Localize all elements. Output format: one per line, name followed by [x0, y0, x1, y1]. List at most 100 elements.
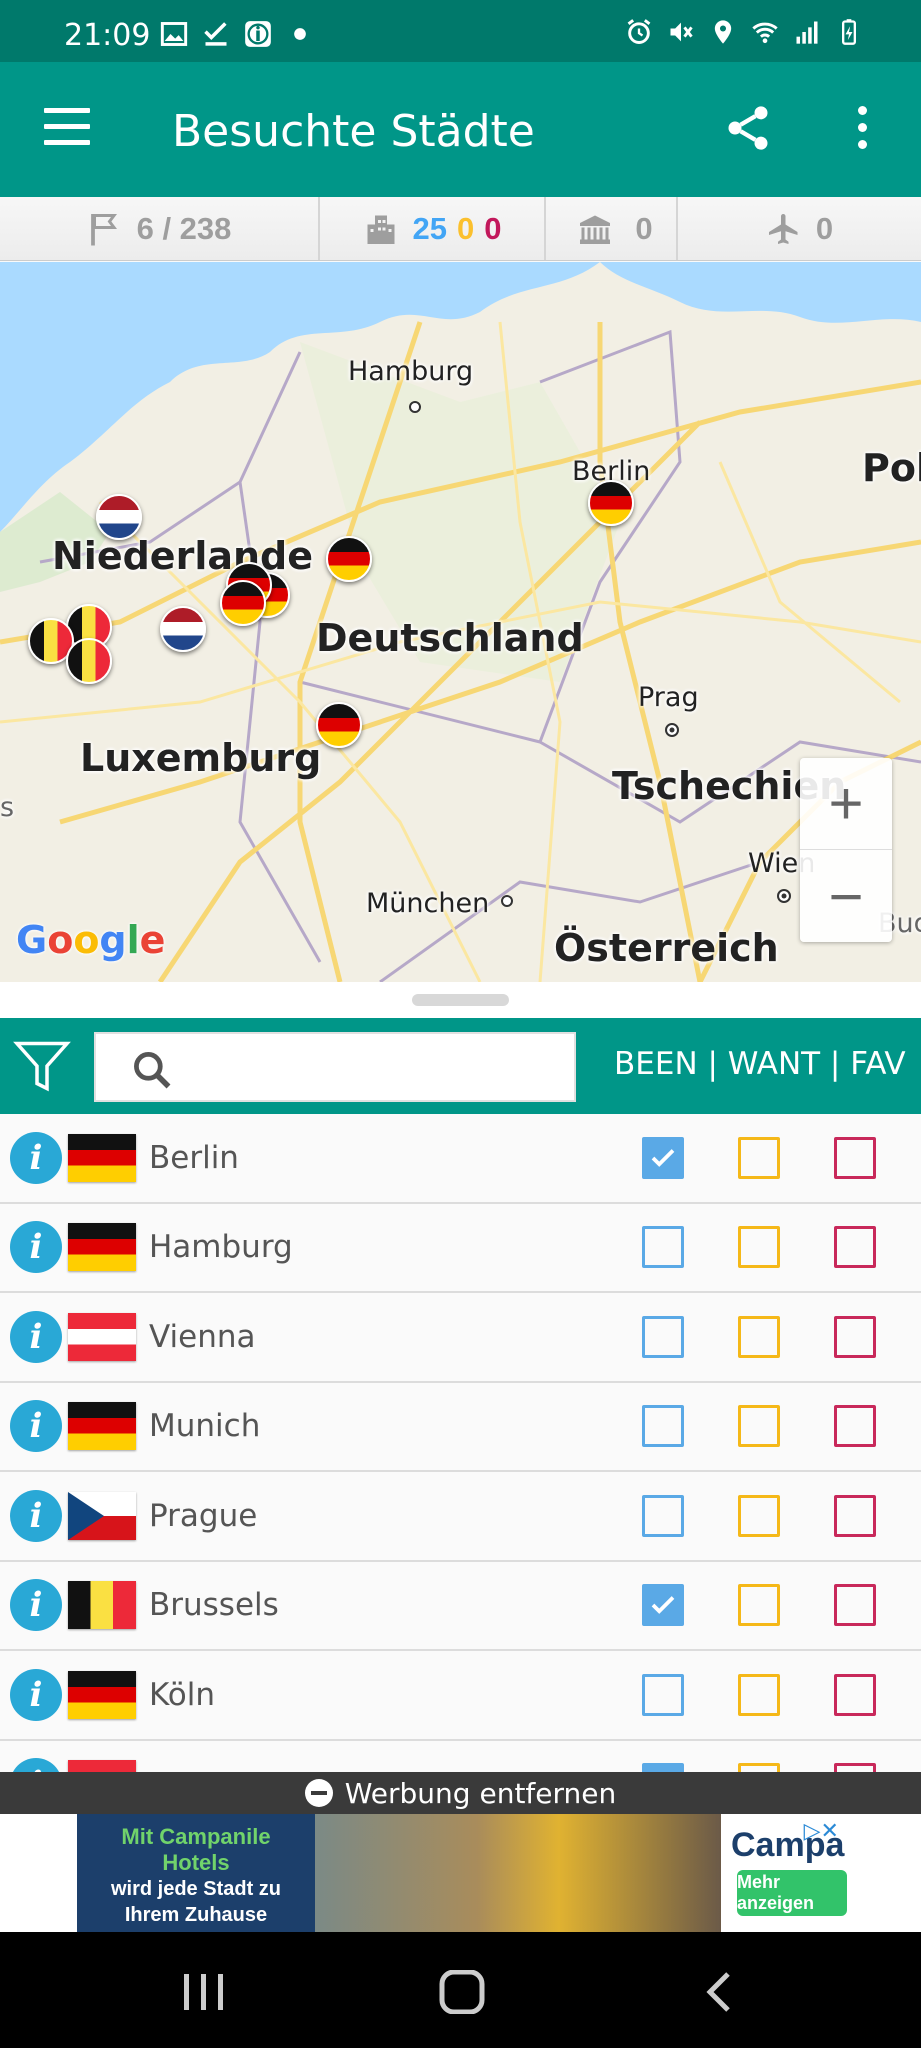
unesco-stat[interactable]: 0: [546, 197, 678, 260]
home-icon[interactable]: [432, 1970, 492, 2014]
search-box[interactable]: [94, 1032, 576, 1102]
city-icon: [367, 215, 394, 244]
remove-ads-button[interactable]: Werbung entfernen: [0, 1772, 921, 1814]
flights-count: 0: [815, 210, 834, 246]
wifi-icon: [752, 22, 778, 44]
fav-checkbox[interactable]: [834, 1136, 876, 1179]
hamburger-icon[interactable]: [44, 108, 90, 148]
adchoices-icon[interactable]: ▷✕: [804, 1818, 839, 1844]
flag-cz-icon: [68, 1491, 136, 1540]
city-dot-icon: [665, 723, 679, 737]
map-marker-be[interactable]: [66, 638, 112, 684]
info-icon[interactable]: i: [10, 1489, 62, 1542]
airplane-icon: [768, 213, 798, 244]
list-item[interactable]: i Prague: [0, 1472, 921, 1562]
want-checkbox[interactable]: [738, 1584, 780, 1627]
map-marker-nl[interactable]: [96, 494, 142, 540]
ad-banner[interactable]: Mit Campanile Hotels wird jede Stadt zu …: [77, 1814, 847, 1932]
flag-de-icon: [68, 1223, 136, 1272]
info-icon[interactable]: i: [10, 1579, 62, 1632]
city-dot-icon: [777, 889, 791, 903]
map-label-oesterreich: Österreich: [554, 926, 779, 970]
map-marker-de[interactable]: [316, 702, 362, 748]
been-checkbox[interactable]: [642, 1136, 684, 1179]
search-icon: [134, 1052, 171, 1089]
fav-checkbox[interactable]: [834, 1673, 876, 1716]
flag-de-icon: [68, 1670, 136, 1719]
city-name: Köln: [149, 1676, 216, 1713]
ad-line-3: wird jede Stadt zu: [110, 1878, 282, 1900]
fav-checkbox[interactable]: [834, 1315, 876, 1358]
city-name: Berlin: [149, 1139, 239, 1176]
share-icon[interactable]: [722, 102, 774, 154]
map-label-niederlande: Niederlande: [52, 534, 314, 578]
want-checkbox[interactable]: [738, 1405, 780, 1448]
ad-photo: [315, 1814, 721, 1932]
list-item[interactable]: i Brussels: [0, 1562, 921, 1651]
recents-icon[interactable]: [174, 1970, 234, 2014]
info-icon[interactable]: i: [10, 1400, 62, 1453]
fav-checkbox[interactable]: [834, 1405, 876, 1448]
list-item[interactable]: i Vienna: [0, 1293, 921, 1383]
ad-line-4: Ihrem Zuhause: [124, 1904, 268, 1926]
ad-cta-button[interactable]: Mehr anzeigen: [737, 1870, 847, 1916]
ad-text-panel: Mit Campanile Hotels wird jede Stadt zu …: [77, 1814, 315, 1932]
zoom-out-button[interactable]: −: [800, 850, 892, 942]
filter-icon[interactable]: [12, 1036, 72, 1096]
map-marker-de[interactable]: [326, 536, 372, 582]
alarm-icon: [627, 19, 651, 44]
list-item[interactable]: i Hamburg: [0, 1204, 921, 1293]
system-nav-bar: [0, 1932, 921, 2048]
flights-stat[interactable]: 0: [678, 197, 921, 260]
page-title: Besuchte Städte: [172, 106, 535, 157]
want-checkbox[interactable]: [738, 1136, 780, 1179]
list-item[interactable]: i Munich: [0, 1383, 921, 1472]
list-item[interactable]: i Berlin: [0, 1114, 921, 1204]
fav-checkbox[interactable]: [834, 1584, 876, 1627]
drag-handle[interactable]: [412, 994, 509, 1006]
fav-checkbox[interactable]: [834, 1226, 876, 1269]
list-item[interactable]: i: [0, 1741, 921, 1774]
map-marker-berlin[interactable]: [588, 480, 634, 526]
want-checkbox[interactable]: [738, 1494, 780, 1537]
location-icon: [714, 20, 732, 44]
cities-stat[interactable]: 25 0 0: [320, 197, 546, 260]
map-label-pol: Pol: [862, 446, 921, 490]
status-bar: 21:09: [0, 0, 921, 62]
been-checkbox[interactable]: [642, 1494, 684, 1537]
info-icon[interactable]: i: [10, 1131, 62, 1184]
map-marker-nl[interactable]: [160, 606, 206, 652]
countries-count: 6 / 238: [136, 210, 232, 246]
more-vert-icon[interactable]: [852, 106, 872, 156]
countries-stat[interactable]: 6 / 238: [0, 197, 320, 260]
ad-brand-panel: Campa ▷✕ Mehr anzeigen: [721, 1814, 847, 1932]
map-view[interactable]: Hamburg Berlin Pol Niederlande Deutschla…: [0, 262, 921, 982]
flag-icon: [90, 213, 117, 245]
info-icon[interactable]: i: [10, 1310, 62, 1363]
fav-checkbox[interactable]: [834, 1494, 876, 1537]
remove-ads-label: Werbung entfernen: [344, 1776, 617, 1810]
list-item[interactable]: i Köln: [0, 1651, 921, 1741]
want-checkbox[interactable]: [738, 1315, 780, 1358]
want-checkbox[interactable]: [738, 1673, 780, 1716]
flag-de-icon: [68, 1133, 136, 1182]
been-checkbox[interactable]: [642, 1405, 684, 1448]
been-checkbox[interactable]: [642, 1226, 684, 1269]
been-checkbox[interactable]: [642, 1315, 684, 1358]
zoom-controls: + −: [800, 758, 892, 942]
city-name: Brussels: [149, 1587, 279, 1624]
been-checkbox[interactable]: [642, 1584, 684, 1627]
back-icon[interactable]: [690, 1970, 750, 2014]
want-checkbox[interactable]: [738, 1226, 780, 1269]
map-marker-de[interactable]: [220, 580, 266, 626]
zoom-in-button[interactable]: +: [800, 758, 892, 850]
image-icon: [160, 22, 188, 46]
map-label-luxemburg: Luxemburg: [80, 736, 322, 780]
city-dot-icon: [409, 401, 421, 413]
been-checkbox[interactable]: [642, 1673, 684, 1716]
ad-line-1: Mit Campanile: [121, 1824, 271, 1849]
info-icon[interactable]: i: [10, 1221, 62, 1274]
search-input[interactable]: [192, 1046, 562, 1090]
signal-icon: [796, 21, 818, 44]
info-icon[interactable]: i: [10, 1668, 62, 1721]
